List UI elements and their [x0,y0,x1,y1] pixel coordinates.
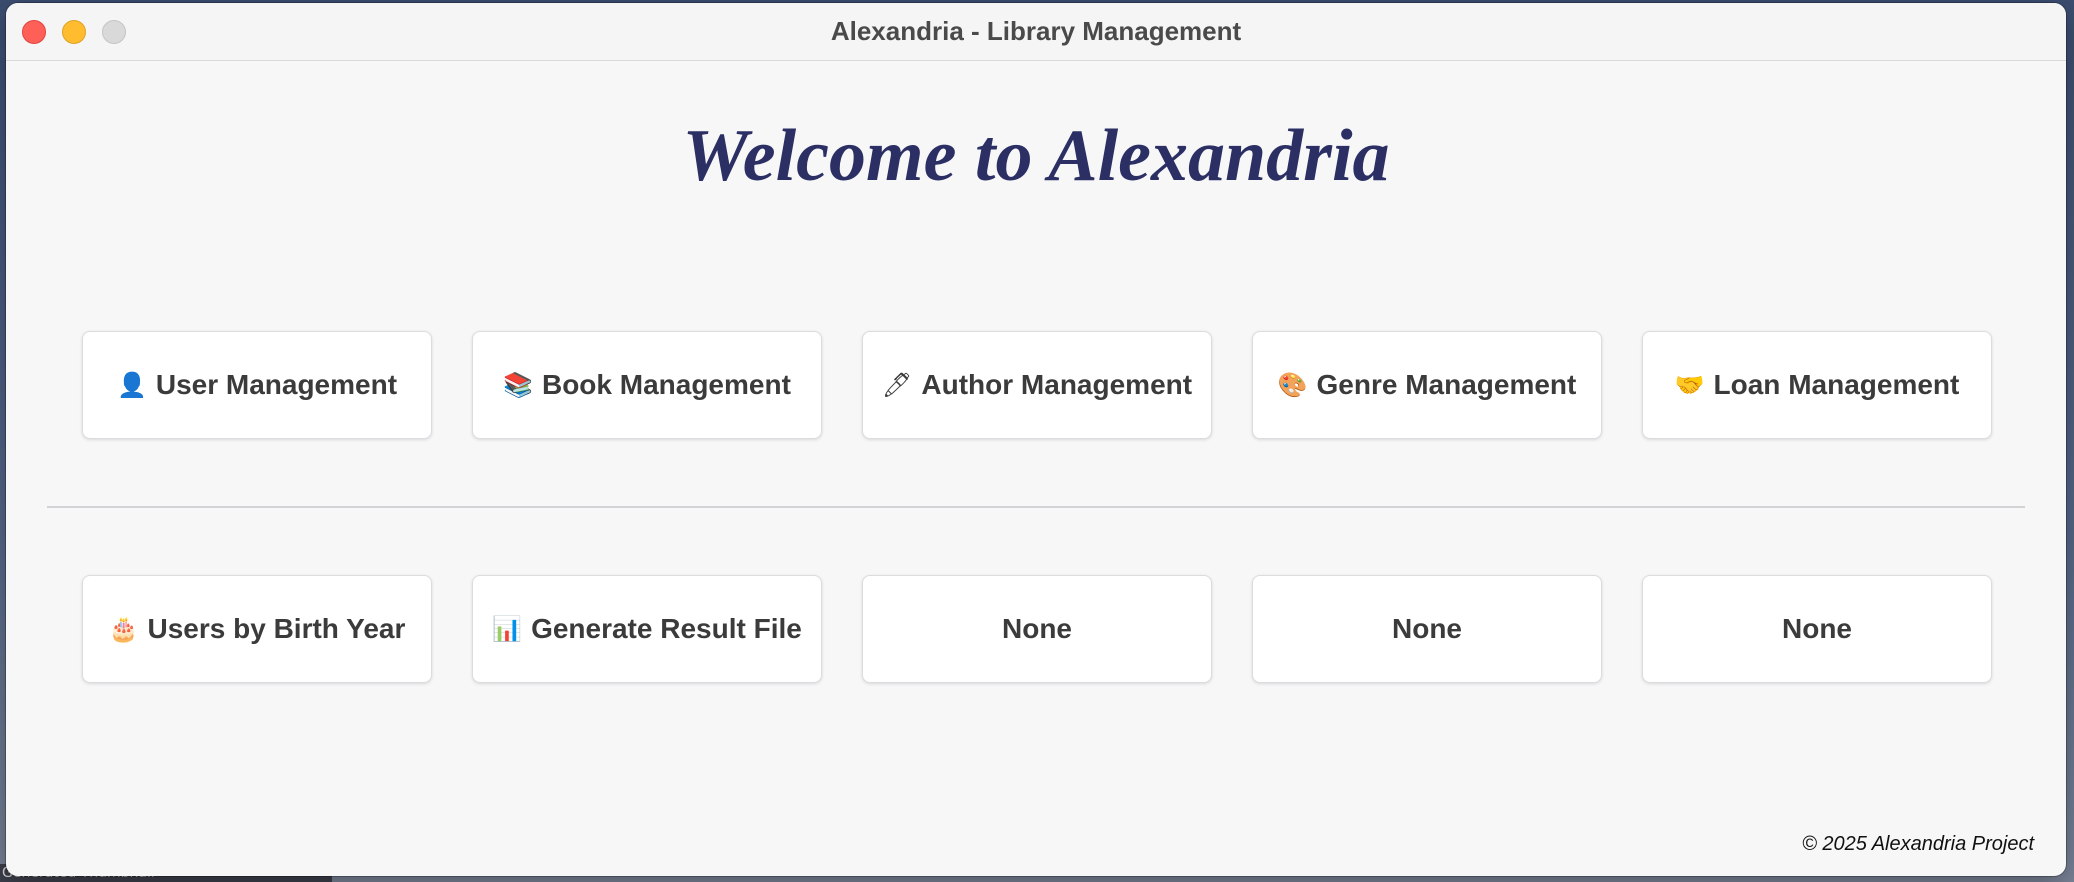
button-label: Author Management [921,369,1193,400]
generate-result-file-button[interactable]: 📊 Generate Result File [472,575,822,683]
section-divider [47,506,2025,508]
button-label: Users by Birth Year [147,613,406,644]
button-label: None [1002,613,1072,644]
button-label: User Management [155,369,398,400]
button-label: Book Management [541,369,791,400]
button-label: Generate Result File [531,613,802,644]
button-label: Loan Management [1713,369,1960,400]
handshake-icon: 🤝 [1674,371,1705,399]
user-icon: 👤 [116,371,147,399]
window-title: Alexandria - Library Management [830,16,1242,46]
none-button-1[interactable]: None [862,575,1212,683]
author-management-button[interactable]: 🖊 Author Management [862,331,1212,439]
welcome-heading: Welcome to Alexandria [682,115,1390,197]
birthday-cake-icon: 🎂 [108,615,139,643]
users-by-birth-year-button[interactable]: 🎂 Users by Birth Year [82,575,432,683]
copyright-footer: © 2025 Alexandria Project [1802,833,2034,855]
title-bar: Alexandria - Library Management [6,3,2066,61]
books-icon: 📚 [503,371,533,399]
pen-icon: 🖊 [881,371,913,399]
user-management-button[interactable]: 👤 User Management [82,331,432,439]
bar-chart-icon: 📊 [492,615,523,643]
none-button-2[interactable]: None [1252,575,1602,683]
management-row: 👤 User Management 📚 Book Management 🖊 Au… [82,331,1998,439]
app-window: Alexandria - Library Management Welcome … [6,3,2066,876]
genre-management-button[interactable]: 🎨 Genre Management [1252,331,1602,439]
loan-management-button[interactable]: 🤝 Loan Management [1642,331,1992,439]
reports-row: 🎂 Users by Birth Year 📊 Generate Result … [82,575,1998,683]
palette-icon: 🎨 [1277,371,1308,399]
book-management-button[interactable]: 📚 Book Management [472,331,822,439]
button-label: Genre Management [1316,369,1577,400]
none-button-3[interactable]: None [1642,575,1992,683]
button-label: None [1782,613,1852,644]
button-label: None [1392,613,1462,644]
